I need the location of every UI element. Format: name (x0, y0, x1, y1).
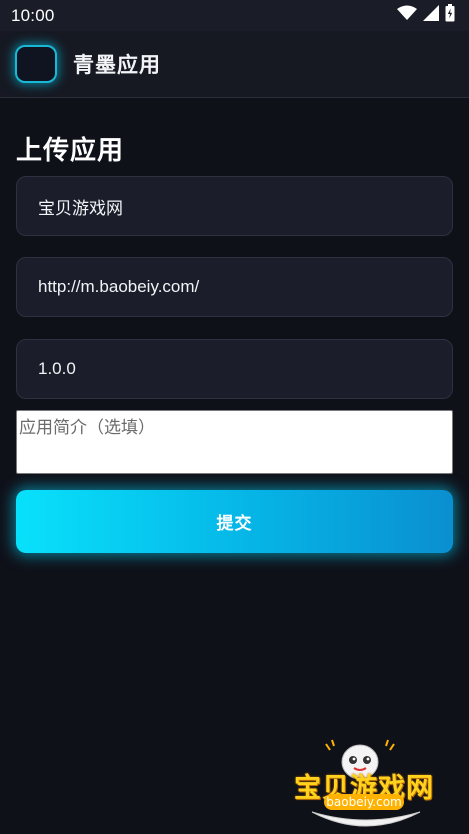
description-textarea[interactable]: 应用简介（选填） (16, 410, 453, 474)
app-url-field[interactable]: http://m.baobeiy.com/ (16, 257, 453, 317)
app-title: 青墨应用 (73, 54, 161, 77)
app-logo-icon (15, 45, 57, 83)
watermark-logo: 宝贝游戏网 baobeiy.com (290, 738, 442, 830)
app-version-field[interactable]: 1.0.0 (16, 339, 453, 399)
status-bar: 10:00 (0, 0, 469, 31)
submit-button[interactable]: 提交 (16, 490, 453, 553)
status-icons (397, 4, 455, 27)
page-title: 上传应用 (16, 135, 125, 165)
watermark-url: baobeiy.com (324, 794, 404, 810)
app-name-field[interactable]: 宝贝游戏网 (16, 176, 453, 236)
app-bar: 青墨应用 (0, 31, 469, 98)
status-time: 10:00 (11, 5, 55, 25)
signal-icon (423, 5, 439, 26)
wifi-icon (397, 5, 417, 26)
battery-icon (445, 4, 455, 27)
